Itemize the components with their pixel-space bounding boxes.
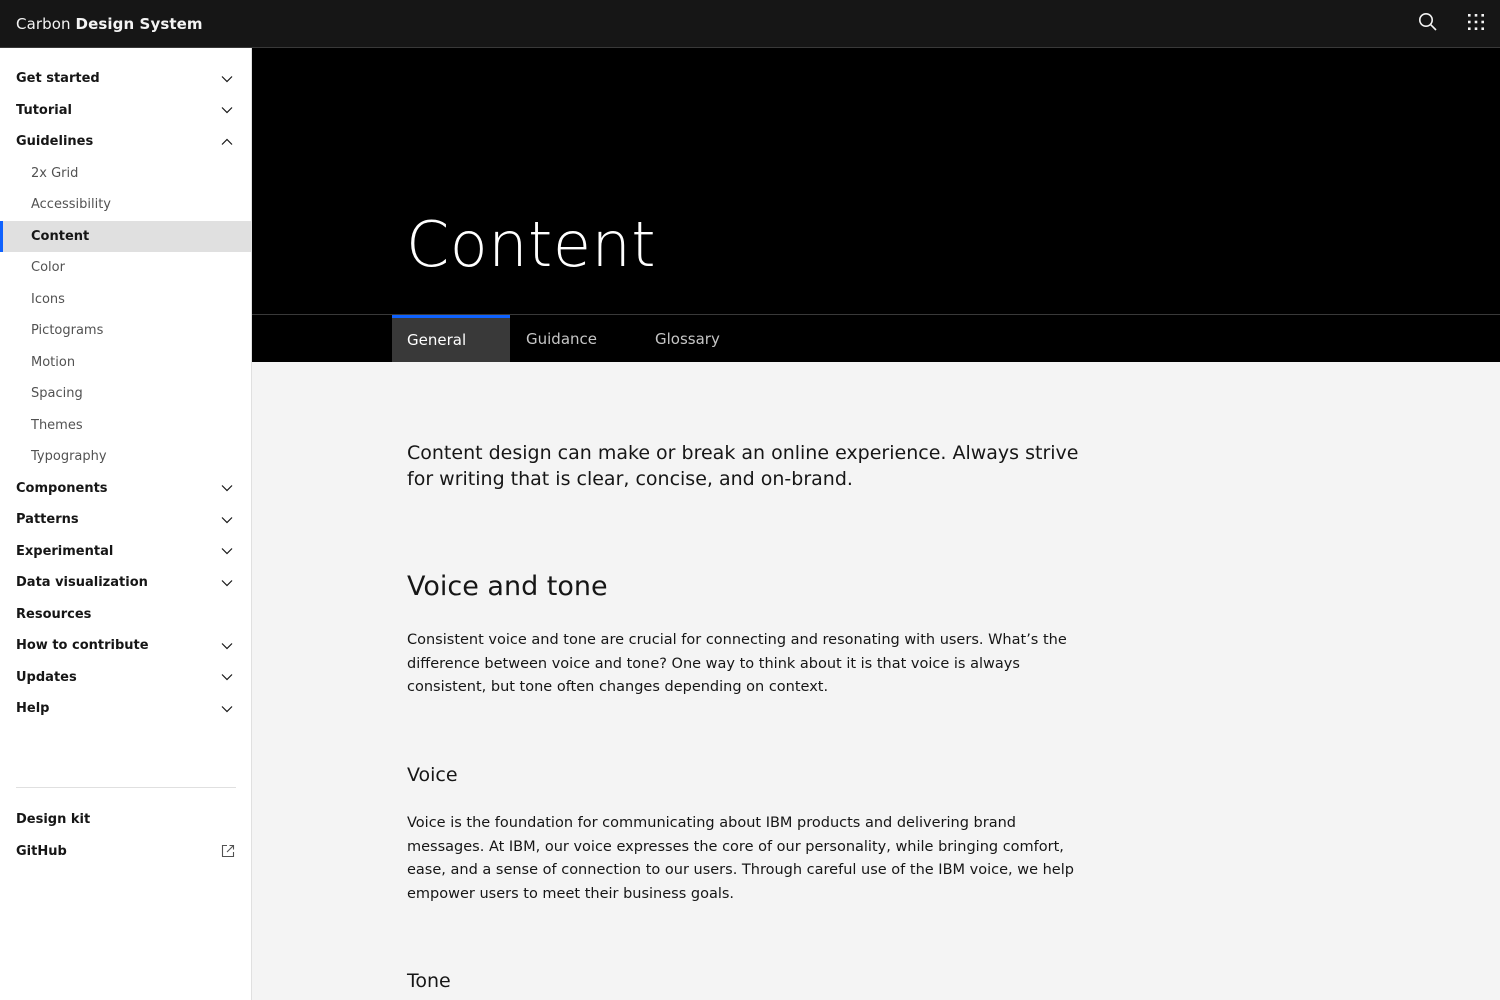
sidebar-item-label: How to contribute	[16, 638, 149, 654]
sidebar-item-label: GitHub	[16, 843, 67, 859]
sidebar-link-github[interactable]: GitHub	[0, 836, 252, 868]
page-hero: Content	[252, 48, 1500, 314]
chevron-down-icon	[219, 669, 235, 685]
sidebar-item-label: Updates	[16, 669, 77, 685]
chevron-down-icon	[219, 575, 235, 591]
chevron-down-icon	[219, 71, 235, 87]
sidebar-item-experimental[interactable]: Experimental	[0, 536, 251, 568]
top-header: Carbon Design System	[0, 0, 1500, 48]
sidebar-item-label: Patterns	[16, 512, 79, 528]
sidebar-item-guidelines[interactable]: Guidelines	[0, 126, 251, 158]
sidebar-subitem-spacing[interactable]: Spacing	[0, 378, 251, 410]
sidebar-item-label: Guidelines	[16, 134, 94, 150]
brand-name: Design System	[75, 14, 203, 33]
sidebar-item-data-visualization[interactable]: Data visualization	[0, 567, 251, 599]
sidebar-subitem-typography[interactable]: Typography	[0, 441, 251, 473]
tab-glossary[interactable]: Glossary	[640, 315, 750, 362]
sidebar-item-label: Get started	[16, 71, 100, 87]
sidebar-item-label: Tutorial	[16, 102, 72, 118]
sidebar-subitem-accessibility[interactable]: Accessibility	[0, 189, 251, 221]
tab-general[interactable]: General	[392, 315, 510, 362]
sidebar-link-design-kit[interactable]: Design kit	[0, 804, 252, 836]
brand-link[interactable]: Carbon Design System	[16, 15, 203, 33]
sidebar-item-how-to-contribute[interactable]: How to contribute	[0, 630, 251, 662]
sidebar-item-label: Data visualization	[16, 575, 148, 591]
chevron-down-icon	[219, 512, 235, 528]
sidebar-item-label: Help	[16, 701, 50, 717]
chevron-down-icon	[219, 543, 235, 559]
sidebar-subitem-color[interactable]: Color	[0, 252, 251, 284]
sidebar-subitem-motion[interactable]: Motion	[0, 347, 251, 379]
search-icon	[1418, 12, 1438, 36]
chevron-down-icon	[219, 102, 235, 118]
sidebar-item-updates[interactable]: Updates	[0, 662, 251, 694]
brand-prefix: Carbon	[16, 14, 71, 33]
chevron-down-icon	[219, 638, 235, 654]
sidebar-item-get-started[interactable]: Get started	[0, 63, 251, 95]
chevron-down-icon	[219, 480, 235, 496]
sidebar-divider	[16, 787, 236, 788]
sidebar-subitem-themes[interactable]: Themes	[0, 410, 251, 442]
side-nav: Get started Tutorial Guidelines 2x Grid …	[0, 48, 252, 1000]
section-paragraph: Consistent voice and tone are crucial fo…	[407, 632, 1067, 695]
sidebar-item-label: Experimental	[16, 543, 114, 559]
lead-paragraph: Content design can make or break an onli…	[407, 442, 1079, 490]
sidebar-item-label: Components	[16, 480, 108, 496]
external-link-icon	[220, 843, 236, 859]
page-tabs: General Guidance Glossary	[252, 314, 1500, 362]
sidebar-subitem-2x-grid[interactable]: 2x Grid	[0, 158, 251, 190]
app-grid-icon	[1466, 12, 1486, 36]
search-button[interactable]	[1404, 0, 1452, 48]
sidebar-item-resources[interactable]: Resources	[0, 599, 251, 631]
app-switcher-button[interactable]	[1452, 0, 1500, 48]
tab-guidance[interactable]: Guidance	[510, 315, 625, 362]
subheading-tone: Tone	[407, 970, 451, 992]
section-heading-voice-and-tone: Voice and tone	[407, 571, 608, 602]
subheading-voice: Voice	[407, 764, 458, 786]
chevron-up-icon	[219, 134, 235, 150]
sidebar-item-tutorial[interactable]: Tutorial	[0, 95, 251, 127]
sidebar-subitem-pictograms[interactable]: Pictograms	[0, 315, 251, 347]
sidebar-item-components[interactable]: Components	[0, 473, 251, 505]
sidebar-item-label: Resources	[16, 606, 92, 622]
sidebar-subitem-content[interactable]: Content	[0, 220, 251, 252]
sidebar-item-help[interactable]: Help	[0, 693, 251, 725]
sidebar-item-patterns[interactable]: Patterns	[0, 504, 251, 536]
chevron-down-icon	[219, 701, 235, 717]
sidebar-item-label: Design kit	[16, 812, 91, 828]
voice-paragraph: Voice is the foundation for communicatin…	[407, 815, 1074, 902]
page-title: Content	[406, 208, 657, 281]
sidebar-subitem-icons[interactable]: Icons	[0, 284, 251, 316]
